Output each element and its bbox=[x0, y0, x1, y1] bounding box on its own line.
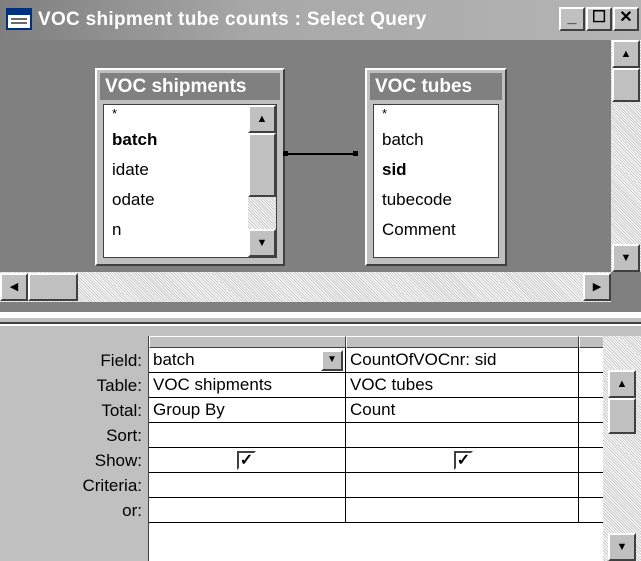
pane-splitter[interactable] bbox=[0, 316, 641, 324]
scroll-down-button[interactable]: ▼ bbox=[608, 533, 636, 561]
table-voc-tubes[interactable]: VOC tubes * batch sid tubecode Comment bbox=[365, 68, 507, 266]
table-diagram-pane[interactable]: VOC shipments * batch idate odate n ▲ ▼ … bbox=[0, 40, 641, 312]
diagram-vertical-scrollbar[interactable]: ▲ ▼ bbox=[611, 40, 641, 272]
sort-cell[interactable] bbox=[149, 423, 346, 448]
scroll-left-button[interactable]: ◀ bbox=[0, 273, 28, 301]
criteria-cell[interactable] bbox=[346, 473, 579, 498]
row-label-table: Table: bbox=[96, 376, 142, 395]
row-label-or: or: bbox=[122, 501, 142, 520]
field-value: batch bbox=[153, 350, 195, 369]
column-selector[interactable] bbox=[346, 336, 579, 348]
scroll-up-button[interactable]: ▲ bbox=[608, 370, 636, 398]
or-cell[interactable] bbox=[346, 498, 579, 523]
field-sid[interactable]: sid bbox=[374, 155, 498, 185]
show-checkbox[interactable]: ✓ bbox=[454, 451, 473, 470]
field-batch[interactable]: batch bbox=[374, 125, 498, 155]
minimize-button[interactable]: _ bbox=[559, 7, 585, 31]
design-grid-pane[interactable]: Field: Table: Total: Sort: Show: Criteri… bbox=[0, 326, 641, 561]
field-dropdown-button[interactable]: ▼ bbox=[321, 350, 343, 371]
join-line[interactable] bbox=[285, 153, 355, 155]
table-title[interactable]: VOC tubes bbox=[370, 73, 502, 100]
row-label-show: Show: bbox=[94, 451, 142, 470]
row-label-sort: Sort: bbox=[106, 426, 142, 445]
scroll-thumb[interactable] bbox=[248, 133, 276, 197]
field-cell[interactable]: batch bbox=[149, 348, 346, 373]
row-label-total: Total: bbox=[101, 401, 142, 420]
scroll-right-button[interactable]: ▶ bbox=[583, 273, 611, 301]
table-cell[interactable]: VOC tubes bbox=[346, 373, 579, 398]
field-list[interactable]: * batch sid tubecode Comment bbox=[373, 104, 499, 258]
field-cell[interactable]: CountOfVOCnr: sid bbox=[346, 348, 579, 373]
grid-vertical-scrollbar[interactable]: ▲ ▼ bbox=[603, 336, 641, 561]
scroll-thumb[interactable] bbox=[612, 68, 640, 102]
close-button[interactable]: ✕ bbox=[613, 7, 639, 31]
or-cell[interactable] bbox=[149, 498, 346, 523]
field-comment[interactable]: Comment bbox=[374, 215, 498, 245]
row-label-criteria: Criteria: bbox=[82, 476, 142, 495]
scroll-thumb[interactable] bbox=[28, 273, 78, 301]
total-cell[interactable]: Count bbox=[346, 398, 579, 423]
total-cell[interactable]: Group By bbox=[149, 398, 346, 423]
sort-cell[interactable] bbox=[346, 423, 579, 448]
table-title[interactable]: VOC shipments bbox=[100, 73, 280, 100]
show-checkbox[interactable]: ✓ bbox=[237, 451, 256, 470]
table-cell[interactable]: VOC shipments bbox=[149, 373, 346, 398]
field-list[interactable]: * batch idate odate n ▲ ▼ bbox=[103, 104, 277, 258]
diagram-horizontal-scrollbar[interactable]: ◀ ▶ bbox=[0, 272, 611, 302]
row-label-field: Field: bbox=[100, 351, 142, 370]
window-title: VOC shipment tube counts : Select Query bbox=[38, 9, 427, 30]
column-selector[interactable] bbox=[149, 336, 346, 348]
scroll-up-button[interactable]: ▲ bbox=[612, 40, 640, 68]
join-endpoint bbox=[283, 151, 288, 156]
title-bar[interactable]: VOC shipment tube counts : Select Query … bbox=[0, 0, 641, 40]
scroll-up-button[interactable]: ▲ bbox=[248, 105, 276, 133]
scroll-down-button[interactable]: ▼ bbox=[248, 229, 276, 257]
field-list-scrollbar[interactable]: ▲ ▼ bbox=[248, 105, 276, 257]
table-voc-shipments[interactable]: VOC shipments * batch idate odate n ▲ ▼ bbox=[95, 68, 285, 266]
join-endpoint bbox=[353, 151, 358, 156]
field-tubecode[interactable]: tubecode bbox=[374, 185, 498, 215]
grid-row-labels: Field: Table: Total: Sort: Show: Criteri… bbox=[0, 348, 148, 523]
field-all[interactable]: * bbox=[374, 105, 498, 125]
maximize-button[interactable]: ☐ bbox=[586, 7, 612, 31]
scroll-thumb[interactable] bbox=[608, 398, 636, 434]
scroll-down-button[interactable]: ▼ bbox=[612, 244, 640, 272]
criteria-cell[interactable] bbox=[149, 473, 346, 498]
query-window-icon[interactable] bbox=[6, 8, 32, 30]
query-design-grid[interactable]: batch ▼ VOC shipments Group By ✓ CountOf… bbox=[148, 336, 614, 561]
